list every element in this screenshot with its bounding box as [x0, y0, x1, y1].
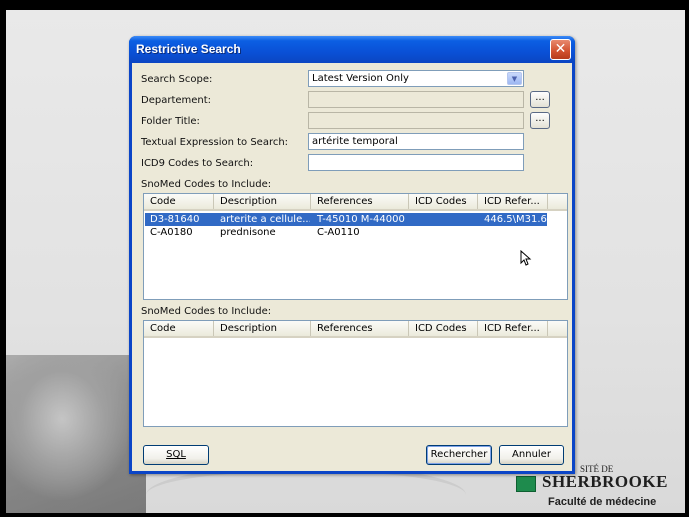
university-name: SHERBROOKE: [542, 472, 668, 491]
background-photo: [6, 355, 146, 513]
column-header-description[interactable]: Description: [214, 321, 311, 336]
textual-expression-label: Textual Expression to Search:: [141, 137, 289, 148]
ellipsis-icon: ...: [535, 113, 545, 124]
textual-expression-input[interactable]: artérite temporal: [308, 133, 524, 150]
close-icon: ✕: [554, 41, 567, 57]
textual-expression-value: artérite temporal: [312, 136, 398, 147]
ellipsis-icon: ...: [535, 92, 545, 103]
restrictive-search-dialog: Restrictive Search ✕ Search Scope: Lates…: [129, 36, 575, 474]
column-header-icd-codes[interactable]: ICD Codes: [409, 321, 478, 336]
dialog-titlebar[interactable]: Restrictive Search ✕: [129, 36, 575, 63]
snomed-include-caption: SnoMed Codes to Include:: [141, 179, 272, 190]
table-header: Code Description References ICD Codes IC…: [144, 194, 567, 211]
rechercher-button[interactable]: Rechercher: [426, 445, 492, 465]
column-header-icd-refer[interactable]: ICD Refer...: [478, 194, 548, 209]
folder-title-label: Folder Title:: [141, 116, 200, 127]
icd9-codes-input[interactable]: [308, 154, 524, 171]
table-row[interactable]: D3-81640 arterite a cellule... T-45010 M…: [145, 213, 547, 226]
icd9-codes-label: ICD9 Codes to Search:: [141, 158, 254, 169]
snomed-include-table[interactable]: Code Description References ICD Codes IC…: [143, 193, 568, 300]
cell-description: prednisone: [220, 227, 276, 238]
column-header-code[interactable]: Code: [144, 321, 214, 336]
cell-icd-refer: 446.5\M31.6: [484, 214, 547, 225]
column-header-references[interactable]: References: [311, 194, 409, 209]
departement-browse-button[interactable]: ...: [530, 91, 550, 108]
chevron-down-icon[interactable]: ▼: [507, 72, 522, 85]
departement-field[interactable]: [308, 91, 524, 108]
faculty-name: Faculté de médecine: [548, 496, 657, 508]
cell-references: C-A0110: [317, 227, 360, 238]
column-header-icd-refer[interactable]: ICD Refer...: [478, 321, 548, 336]
university-logo-mark: [516, 476, 536, 492]
annuler-button-label: Annuler: [512, 449, 551, 460]
column-header-references[interactable]: References: [311, 321, 409, 336]
snomed-include-caption-2: SnoMed Codes to Include:: [141, 306, 272, 317]
dialog-title: Restrictive Search: [136, 42, 241, 56]
folder-title-field[interactable]: [308, 112, 524, 129]
cell-code: C-A0180: [150, 227, 193, 238]
column-header-description[interactable]: Description: [214, 194, 311, 209]
column-header-icd-codes[interactable]: ICD Codes: [409, 194, 478, 209]
search-scope-select[interactable]: Latest Version Only ▼: [308, 70, 524, 87]
cell-references: T-45010 M-44000: [317, 214, 405, 225]
snomed-include-table-2[interactable]: Code Description References ICD Codes IC…: [143, 320, 568, 427]
search-scope-value: Latest Version Only: [312, 73, 409, 84]
column-header-code[interactable]: Code: [144, 194, 214, 209]
table-header: Code Description References ICD Codes IC…: [144, 321, 567, 338]
search-scope-label: Search Scope:: [141, 74, 213, 85]
cell-description: arterite a cellule...: [220, 214, 310, 225]
close-button[interactable]: ✕: [550, 39, 571, 60]
sql-button[interactable]: SQL: [143, 445, 209, 465]
departement-label: Departement:: [141, 95, 212, 106]
annuler-button[interactable]: Annuler: [499, 445, 564, 465]
cell-code: D3-81640: [150, 214, 200, 225]
mouse-cursor-icon: [520, 250, 532, 266]
rechercher-button-label: Rechercher: [430, 449, 488, 460]
table-row[interactable]: C-A0180 prednisone C-A0110: [145, 226, 547, 239]
folder-title-browse-button[interactable]: ...: [530, 112, 550, 129]
sql-button-label: SQL: [166, 449, 186, 460]
